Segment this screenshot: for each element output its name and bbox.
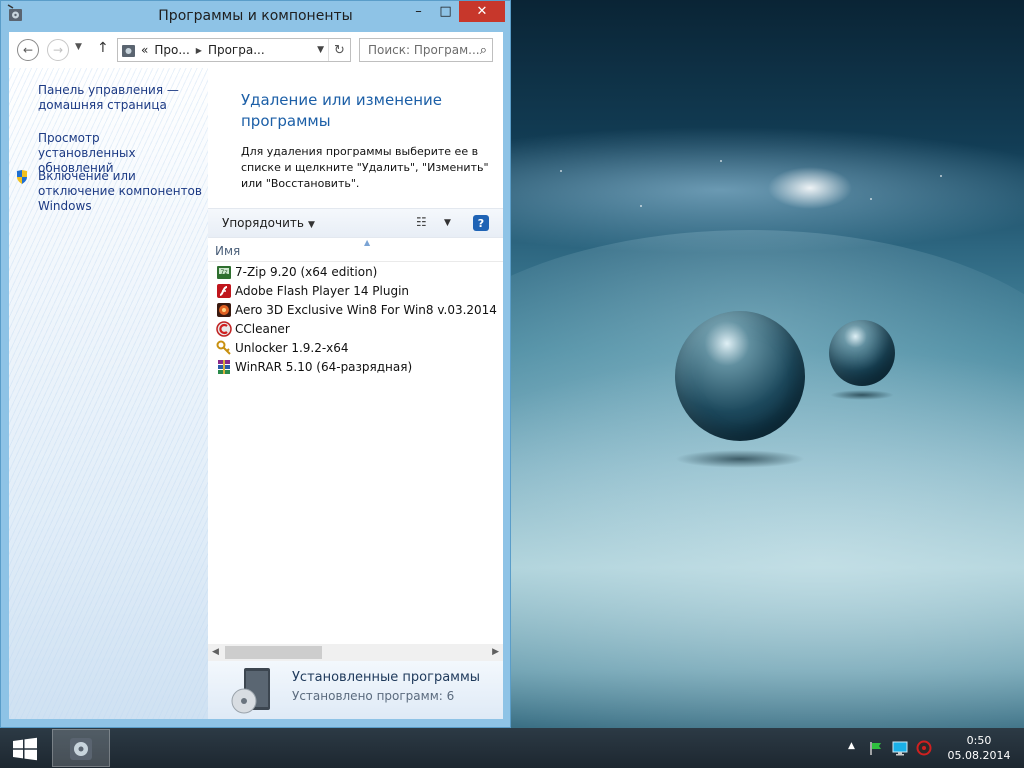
show-hidden-icons[interactable]: ▲	[848, 741, 855, 751]
unlocker-icon	[216, 340, 231, 355]
organize-label: Упорядочить	[222, 216, 304, 230]
breadcrumb-item[interactable]: Програ...	[208, 43, 265, 57]
program-name: 7-Zip 9.20 (x64 edition)	[235, 264, 378, 279]
minimize-button[interactable]: –	[405, 1, 432, 22]
list-item[interactable]: Aero 3D Exclusive Win8 For Win8 v.03.201…	[208, 300, 503, 319]
breadcrumb-separator-icon[interactable]: ▶	[196, 46, 202, 55]
clock-time: 0:50	[966, 734, 992, 747]
details-count: Установлено программ: 6	[292, 689, 455, 703]
command-toolbar: Упорядочить ▼ ☷ ▼ ?	[208, 208, 503, 238]
programs-taskbar-icon	[70, 738, 92, 760]
aero-icon	[217, 302, 231, 317]
navigation-bar: ← → ▼ ↑ « Про... ▶ Програ... ▼ ↻ Поиск: …	[9, 32, 503, 68]
view-dropdown-icon[interactable]: ▼	[444, 218, 451, 228]
column-header-label: Имя	[215, 244, 241, 258]
sphere-shadow	[830, 390, 894, 400]
refresh-icon[interactable]: ↻	[328, 39, 350, 61]
programs-list: 7z 7-Zip 9.20 (x64 edition) Adobe Flash …	[208, 262, 503, 376]
sphere-shadow	[675, 450, 805, 468]
details-title: Установленные программы	[292, 670, 481, 685]
sort-ascending-icon: ▲	[364, 238, 371, 247]
page-title: Удаление или изменение программы	[241, 91, 443, 130]
program-name: Aero 3D Exclusive Win8 For Win8 v.03.201…	[235, 302, 497, 317]
search-input[interactable]: Поиск: Програм... ⌕	[359, 38, 493, 62]
wallpaper-star	[720, 160, 722, 162]
clock-date: 05.08.2014	[947, 749, 1011, 762]
control-panel-icon	[122, 45, 135, 57]
up-arrow-icon: ↑	[97, 40, 109, 56]
details-pane: Установленные программы Установлено прог…	[208, 661, 503, 719]
wallpaper-star	[940, 175, 942, 177]
breadcrumb-item[interactable]: Про...	[154, 43, 189, 57]
wallpaper-star	[870, 198, 872, 200]
network-icon[interactable]	[892, 740, 908, 756]
wallpaper-star	[560, 170, 562, 172]
maximize-button[interactable]: □	[432, 1, 459, 22]
small-sphere	[829, 320, 895, 386]
back-arrow-icon: ←	[22, 43, 34, 57]
search-placeholder: Поиск: Програм...	[368, 43, 480, 57]
svg-text:7z: 7z	[221, 269, 228, 276]
organize-button[interactable]: Упорядочить ▼	[222, 216, 315, 230]
winrar-icon	[218, 359, 230, 374]
7zip-icon: 7z	[217, 265, 231, 279]
installed-programs-icon	[231, 668, 270, 714]
flag-icon[interactable]	[868, 740, 884, 756]
program-name: CCleaner	[235, 321, 290, 336]
horizontal-scrollbar[interactable]: ◀ ▶	[208, 644, 503, 661]
tasks-sidebar: Панель управления — домашняя страница Пр…	[9, 68, 208, 719]
address-bar[interactable]: « Про... ▶ Програ... ▼ ↻	[117, 38, 351, 62]
shield-icon	[17, 170, 27, 184]
scroll-left-icon[interactable]: ◀	[212, 647, 219, 657]
forward-button[interactable]: →	[47, 39, 69, 61]
program-name: Adobe Flash Player 14 Plugin	[235, 283, 410, 298]
windows-start-icon[interactable]	[12, 737, 38, 761]
large-sphere	[675, 311, 805, 441]
address-dropdown-icon[interactable]: ▼	[317, 45, 324, 55]
breadcrumb-overflow[interactable]: «	[141, 43, 148, 57]
taskbar-programs-button[interactable]	[52, 729, 110, 767]
taskbar: ▲ 0:50 05.08.2014	[0, 728, 1024, 768]
scrollbar-thumb[interactable]	[225, 646, 322, 659]
column-header-name[interactable]: ▲ Имя	[208, 238, 503, 262]
list-item[interactable]: CCleaner	[208, 319, 503, 338]
volume-icon[interactable]	[916, 740, 932, 756]
program-name: Unlocker 1.9.2-x64	[235, 340, 349, 355]
search-icon[interactable]: ⌕	[480, 43, 487, 58]
scroll-right-icon[interactable]: ▶	[492, 647, 499, 657]
flash-icon	[217, 283, 231, 298]
program-name: WinRAR 5.10 (64-разрядная)	[235, 359, 413, 374]
close-button[interactable]: ✕	[459, 1, 505, 22]
programs-window: Программы и компоненты – □ ✕ ← → ▼ ↑ « П…	[0, 0, 511, 728]
list-item[interactable]: WinRAR 5.10 (64-разрядная)	[208, 357, 503, 376]
list-item[interactable]: 7z 7-Zip 9.20 (x64 edition)	[208, 262, 503, 281]
sidebar-item-windows-features[interactable]: Включение или отключение компонентов Win…	[38, 169, 203, 214]
view-options-icon[interactable]: ☷	[416, 215, 427, 229]
recent-locations-dropdown[interactable]: ▼	[75, 42, 82, 52]
back-button[interactable]: ←	[17, 39, 39, 61]
list-item[interactable]: Unlocker 1.9.2-x64	[208, 338, 503, 357]
chevron-down-icon: ▼	[307, 220, 315, 230]
list-item[interactable]: Adobe Flash Player 14 Plugin	[208, 281, 503, 300]
forward-arrow-icon: →	[52, 43, 64, 57]
help-icon[interactable]: ?	[473, 215, 489, 231]
title-bar[interactable]: Программы и компоненты – □ ✕	[1, 1, 510, 32]
up-button[interactable]: ↑	[97, 40, 109, 56]
wallpaper-star	[640, 205, 642, 207]
ccleaner-icon	[216, 320, 232, 337]
programs-main-pane: Удаление или изменение программы Для уда…	[208, 68, 503, 719]
page-description: Для удаления программы выберите ее в спи…	[241, 145, 489, 190]
clock[interactable]: 0:50 05.08.2014	[940, 733, 1018, 763]
sidebar-item-control-panel-home[interactable]: Панель управления — домашняя страница	[38, 83, 198, 113]
